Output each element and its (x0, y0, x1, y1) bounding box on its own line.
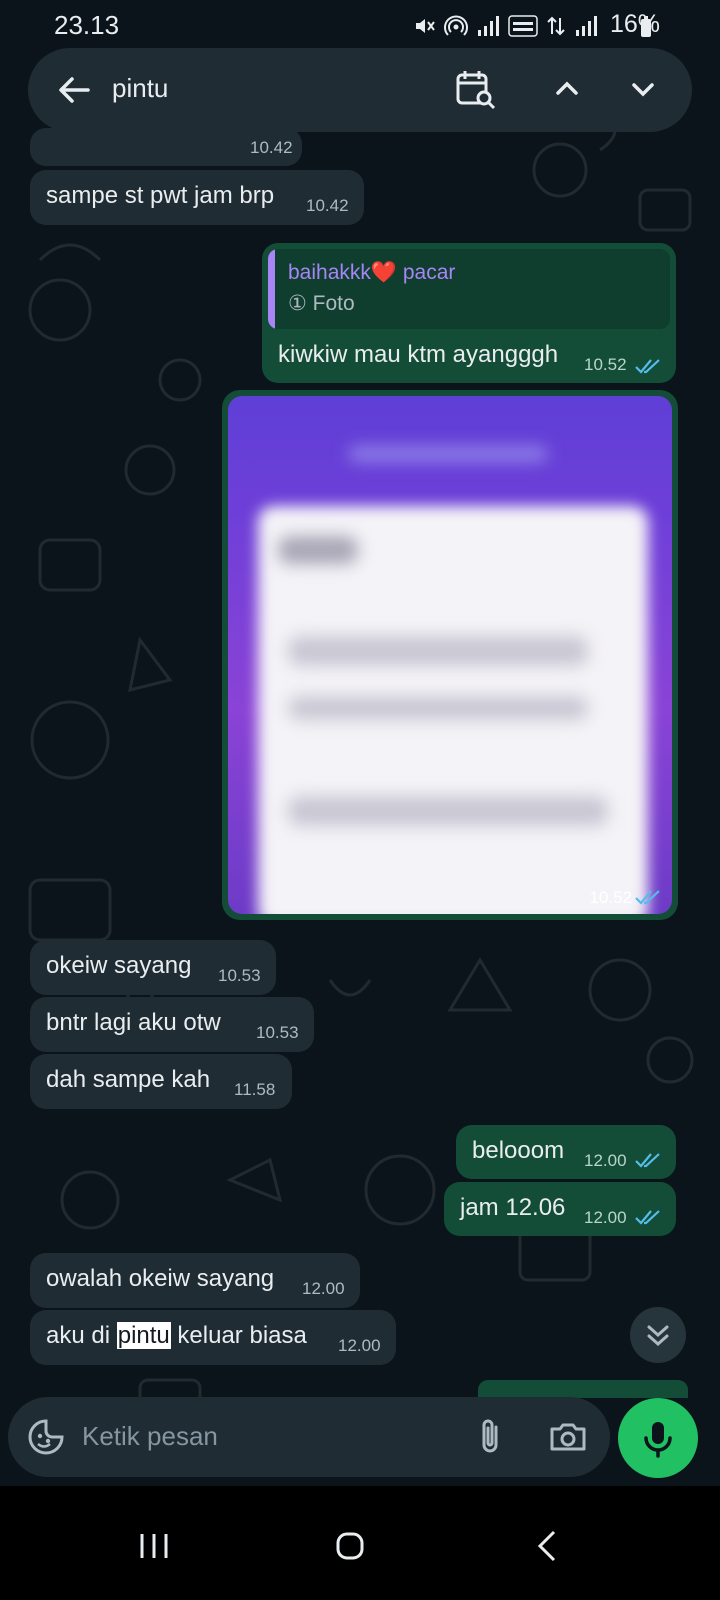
message-time: 10.52 (589, 888, 632, 907)
microphone-icon (644, 1422, 672, 1458)
message-time: 12.00 (584, 1151, 627, 1170)
message-text: okeiw sayang (46, 952, 192, 979)
4g-icon (547, 16, 565, 36)
status-bar: 23.13 16% (0, 0, 720, 50)
message-text: owalah okeiw sayang (46, 1265, 275, 1292)
search-highlight: pintu (116, 1322, 171, 1349)
message-text: kiwkiw mau ktm ayangggh (278, 341, 559, 368)
outgoing-reply-message[interactable]: baihakkk❤️ pacar ① Foto kiwkiw mau ktm a… (262, 243, 676, 383)
message-time: 12.00 (302, 1279, 345, 1298)
message-time: 12.00 (338, 1336, 381, 1355)
incoming-message[interactable]: sampe st pwt jam brp 10.42 (30, 170, 364, 225)
photo-blur-shape (278, 536, 358, 564)
message-text: jam 12.06 (460, 1194, 566, 1221)
outgoing-photo-message[interactable]: 10.52 (222, 390, 678, 920)
message-time: 10.42 (250, 138, 293, 157)
message-text: aku di pintu keluar biasa (46, 1322, 307, 1350)
outgoing-message[interactable]: jam 12.06 12.00 (444, 1182, 676, 1236)
message-input[interactable]: Ketik pesan (82, 1421, 218, 1452)
message-composer: Ketik pesan (8, 1397, 610, 1477)
message-text: dah sampe kah (46, 1066, 211, 1093)
message-text-post: keluar biasa (170, 1322, 307, 1349)
photo-blur-shape (288, 696, 588, 720)
photo-blur-shape (288, 796, 608, 826)
photo-blur-shape (288, 636, 588, 666)
partial-outgoing-bubble[interactable] (478, 1380, 688, 1398)
incoming-message[interactable]: bntr lagi aku otw 10.53 (30, 997, 314, 1052)
read-ticks-icon (635, 890, 660, 905)
view-once-icon: ① (288, 292, 307, 315)
quote-media-label: ① Foto (288, 291, 355, 316)
photo-blur-shape (348, 446, 548, 462)
message-time: 12.00 (584, 1208, 627, 1227)
message-time: 10.42 (306, 196, 349, 215)
battery-percent: 16% (609, 10, 660, 38)
message-text: belooom (472, 1137, 565, 1164)
voice-message-button[interactable] (618, 1398, 698, 1478)
message-time: 10.53 (256, 1023, 299, 1042)
battery-icon (641, 16, 651, 37)
quote-accent-bar (268, 249, 275, 329)
read-ticks-icon (635, 359, 660, 374)
emoji-sticker-icon[interactable] (26, 1417, 66, 1457)
chat-screen: 23.13 16% pintu 10.42 sampe st pwt jam b… (0, 0, 720, 1600)
chevron-up-icon[interactable] (544, 66, 590, 112)
quote-media-type: Foto (312, 292, 355, 315)
back-arrow-icon[interactable] (52, 68, 96, 112)
incoming-message[interactable]: dah sampe kah 11.58 (30, 1054, 292, 1109)
search-bar: pintu (28, 48, 692, 132)
signal-icon-2 (576, 16, 597, 36)
message-text-pre: aku di (46, 1322, 117, 1349)
quoted-message[interactable]: baihakkk❤️ pacar ① Foto (268, 249, 670, 329)
message-text: bntr lagi aku otw (46, 1009, 221, 1036)
calendar-search-icon[interactable] (452, 66, 498, 112)
search-input[interactable]: pintu (112, 73, 168, 104)
scroll-to-bottom-button[interactable] (630, 1307, 686, 1363)
blurred-photo[interactable] (228, 396, 672, 914)
message-time: 10.53 (218, 966, 261, 985)
outgoing-message[interactable]: belooom 12.00 (456, 1125, 676, 1179)
signal-icon (478, 16, 499, 36)
read-ticks-icon (635, 1210, 660, 1225)
quote-author: baihakkk❤️ pacar (288, 261, 456, 284)
read-ticks-icon (635, 1153, 660, 1168)
incoming-message[interactable]: owalah okeiw sayang 12.00 (30, 1253, 360, 1308)
partial-message-bubble[interactable]: 10.42 (30, 128, 302, 166)
chevron-down-icon[interactable] (620, 66, 666, 112)
message-text: sampe st pwt jam brp (46, 182, 275, 209)
incoming-message[interactable]: okeiw sayang 10.53 (30, 940, 276, 995)
status-icons (412, 14, 598, 38)
mute-icon (416, 19, 435, 33)
incoming-message-search-hit[interactable]: aku di pintu keluar biasa 12.00 (30, 1310, 396, 1365)
message-time: 11.58 (234, 1080, 276, 1099)
camera-icon[interactable] (546, 1415, 590, 1459)
recent-apps-icon[interactable] (124, 1516, 184, 1576)
volte-icon (508, 15, 538, 37)
back-icon[interactable] (518, 1516, 578, 1576)
system-nav-bar (0, 1486, 720, 1600)
status-time: 23.13 (54, 10, 120, 40)
message-time: 10.52 (584, 355, 627, 374)
double-chevron-down-icon (647, 1325, 669, 1347)
home-icon[interactable] (320, 1516, 380, 1576)
paperclip-icon[interactable] (468, 1415, 512, 1459)
hotspot-icon (444, 15, 468, 36)
